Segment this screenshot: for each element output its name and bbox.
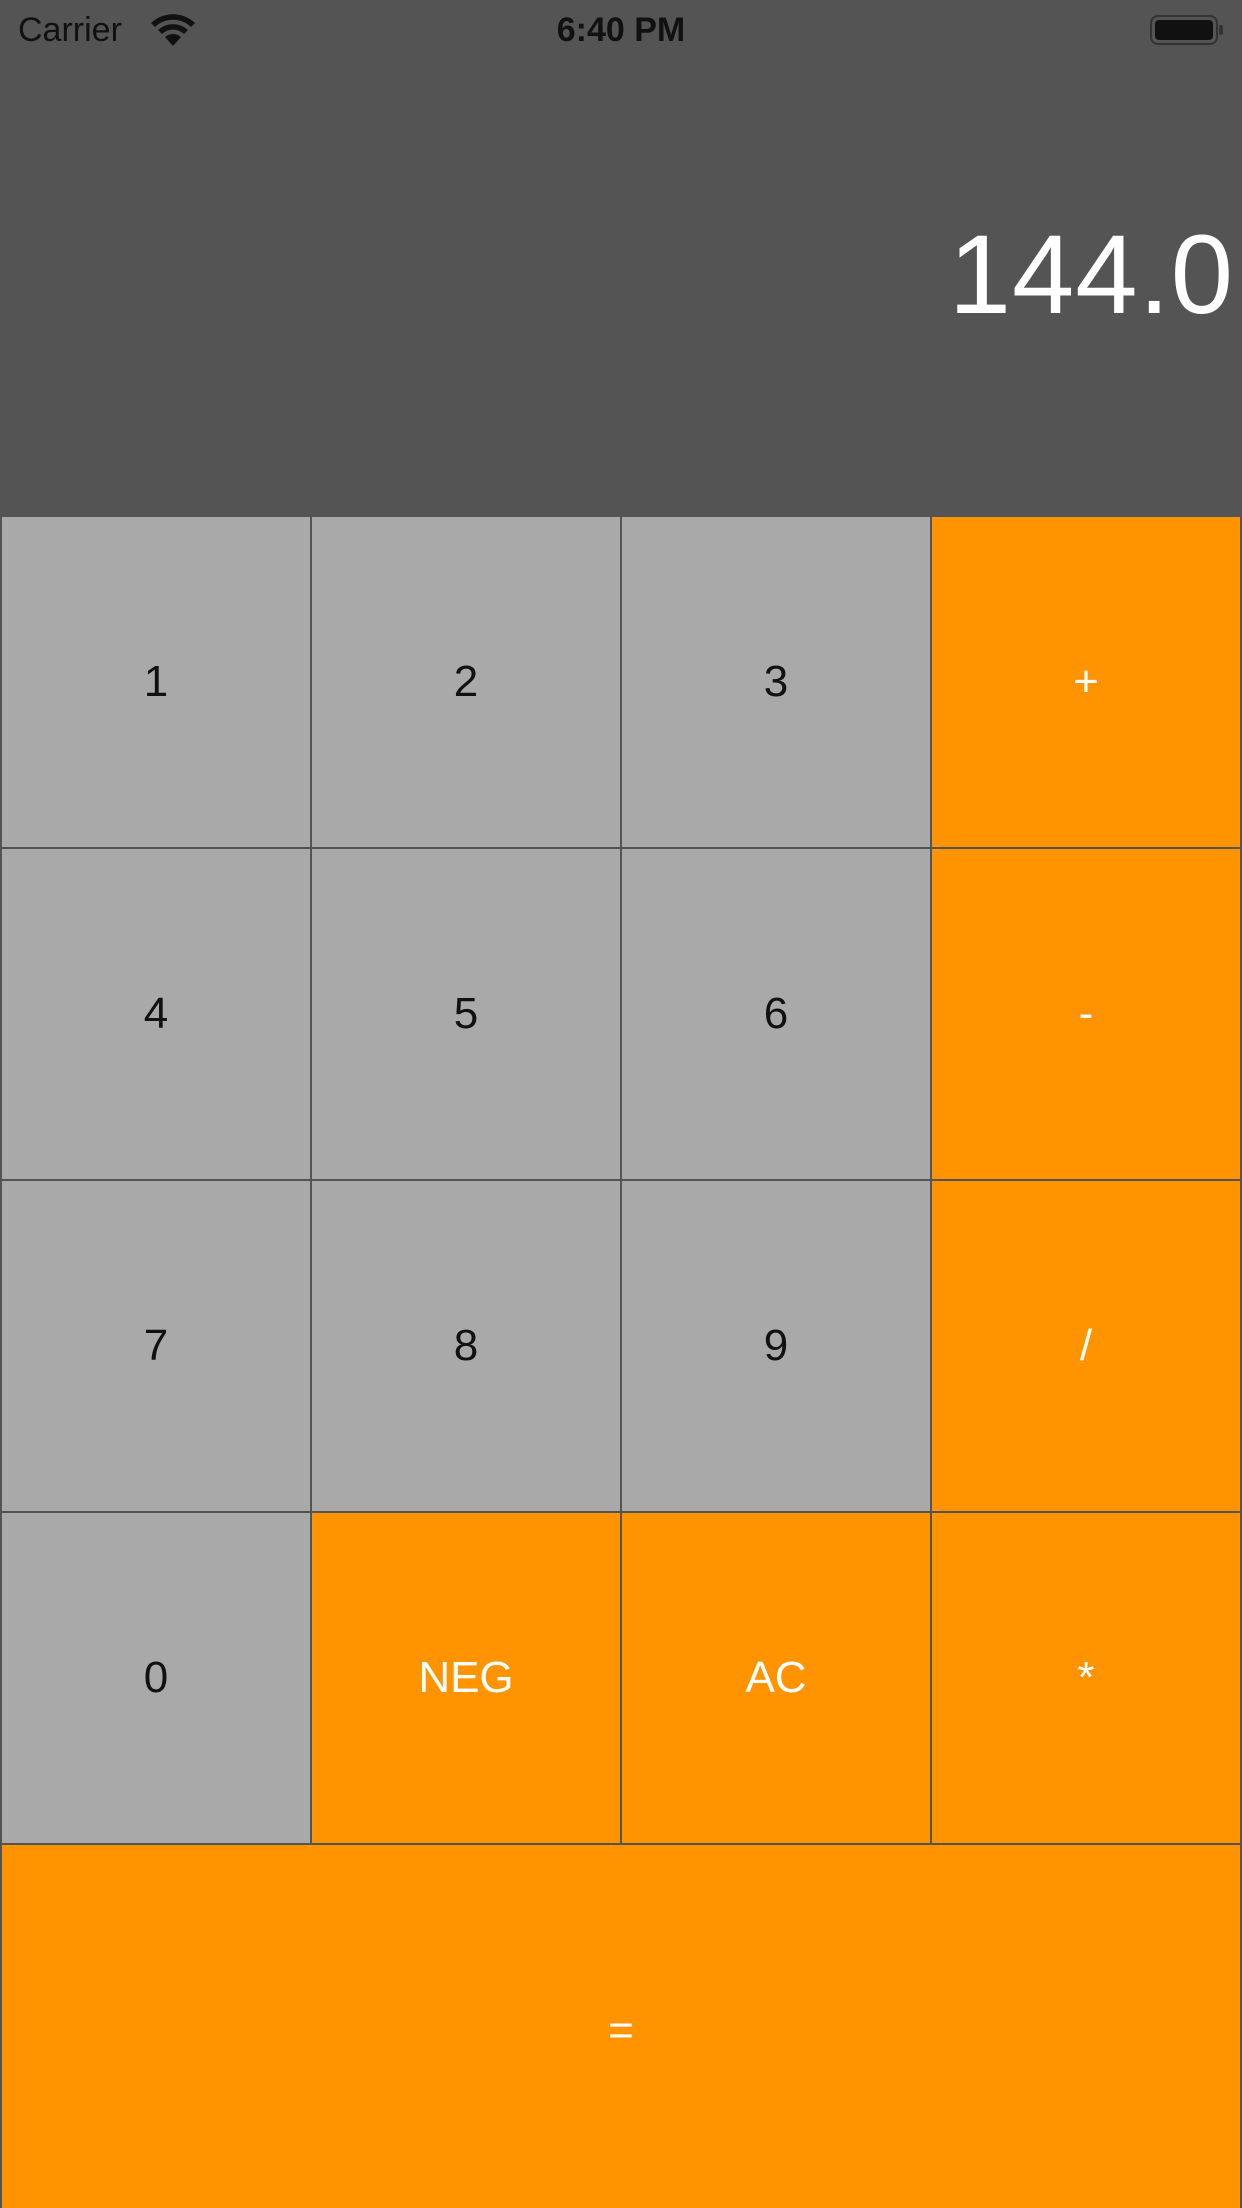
key-8-button[interactable]: 8 [312,1181,620,1511]
keypad: 1 2 3 + 4 5 6 - 7 8 9 / 0 NEG AC * = [0,516,1242,2208]
display-value: 144.0 [948,212,1234,337]
key-3-button[interactable]: 3 [622,517,930,847]
key-6-button[interactable]: 6 [622,849,930,1179]
key-9-button[interactable]: 9 [622,1181,930,1511]
key-5-button[interactable]: 5 [312,849,620,1179]
calculator-display: 144.0 [0,60,1242,516]
plus-button[interactable]: + [932,517,1240,847]
multiply-button[interactable]: * [932,1513,1240,1843]
all-clear-button[interactable]: AC [622,1513,930,1843]
battery-icon [1150,15,1223,45]
key-1-button[interactable]: 1 [2,517,310,847]
key-2-button[interactable]: 2 [312,517,620,847]
status-time: 6:40 PM [556,11,686,49]
minus-button[interactable]: - [932,849,1240,1179]
key-7-button[interactable]: 7 [2,1181,310,1511]
key-0-button[interactable]: 0 [2,1513,310,1843]
equals-button[interactable]: = [2,1845,1240,2208]
key-4-button[interactable]: 4 [2,849,310,1179]
negate-button[interactable]: NEG [312,1513,620,1843]
divide-button[interactable]: / [932,1181,1240,1511]
status-bar: Carrier 6:40 PM [0,0,1242,60]
calculator-screen: Carrier 6:40 PM 144.0 1 2 3 + 4 5 6 - 7 … [0,0,1242,2208]
